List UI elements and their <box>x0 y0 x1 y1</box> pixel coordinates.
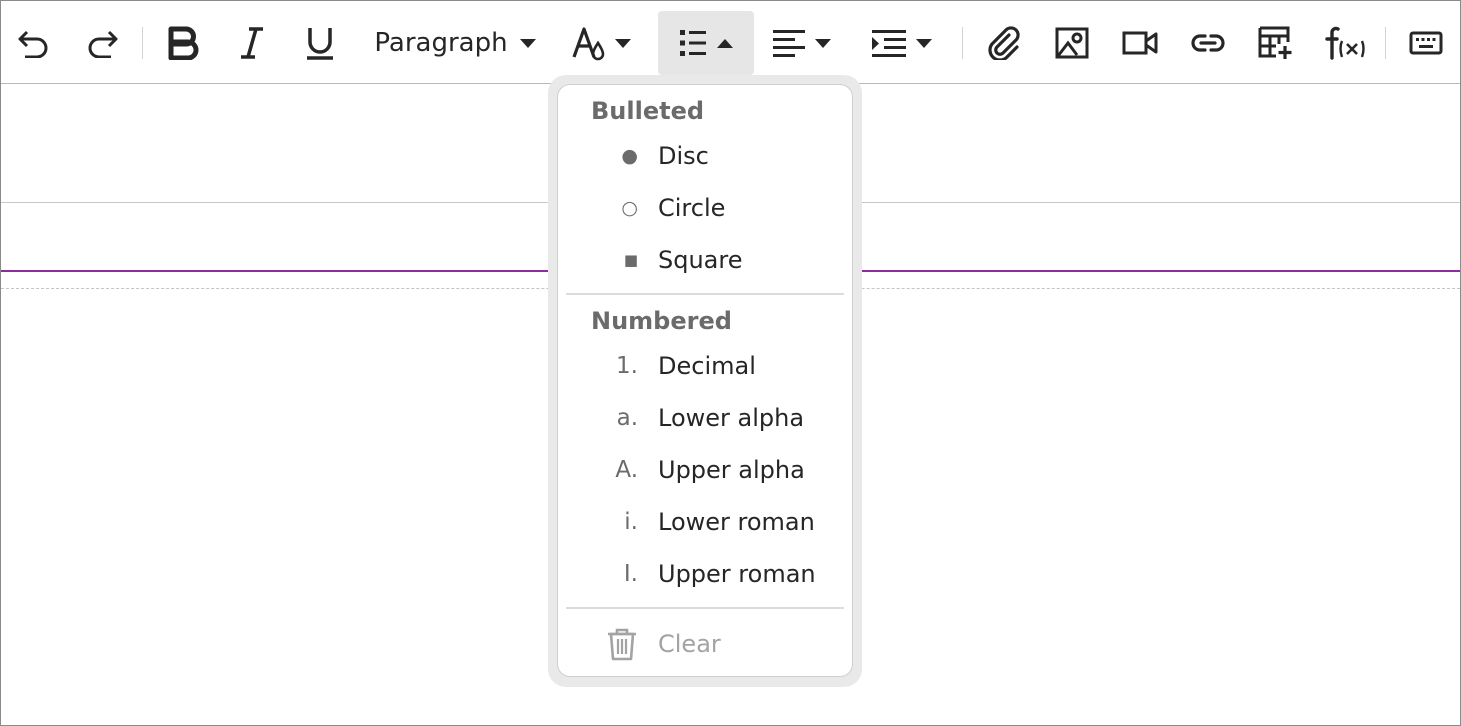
paragraph-style-label: Paragraph <box>374 28 508 58</box>
chevron-down-icon <box>615 38 631 48</box>
formula-icon <box>1325 26 1365 60</box>
list-style-menu: Bulleted ● Disc ○ Circle ■ Square Number… <box>557 84 853 677</box>
toolbar-divider <box>142 27 143 59</box>
insert-image-button[interactable] <box>1049 11 1095 75</box>
italic-icon <box>241 27 263 59</box>
paperclip-icon <box>988 26 1020 60</box>
chevron-down-icon <box>815 38 831 48</box>
italic-button[interactable] <box>229 11 275 75</box>
underline-icon <box>307 28 333 60</box>
image-icon <box>1055 27 1089 59</box>
clear-list-button[interactable]: Clear <box>558 620 852 668</box>
redo-button[interactable] <box>79 11 125 75</box>
indent-button[interactable] <box>867 11 937 75</box>
attach-file-button[interactable] <box>981 11 1027 75</box>
undo-button[interactable] <box>11 11 57 75</box>
upper-roman-marker: I. <box>623 561 638 587</box>
bulleted-group-title: Bulleted <box>591 97 705 125</box>
clear-marker <box>558 627 658 661</box>
list-button[interactable] <box>658 11 754 75</box>
list-item-label: Disc <box>658 142 709 170</box>
editor-toolbar: Paragraph <box>1 1 1460 84</box>
menu-divider <box>566 607 844 609</box>
list-item-label: Upper alpha <box>658 456 805 484</box>
indent-icon <box>872 30 906 57</box>
chevron-down-icon <box>916 38 932 48</box>
list-item-label: Lower alpha <box>658 404 805 432</box>
menu-divider <box>566 293 844 295</box>
disc-marker: ● <box>621 145 638 167</box>
bold-button[interactable] <box>161 11 207 75</box>
underline-button[interactable] <box>297 11 343 75</box>
toolbar-divider <box>962 27 963 59</box>
insert-link-button[interactable] <box>1185 11 1231 75</box>
text-color-button[interactable] <box>563 11 639 75</box>
align-icon <box>773 30 805 57</box>
undo-icon <box>18 30 48 58</box>
upper-alpha-marker: A. <box>615 457 638 483</box>
redo-icon <box>88 30 118 58</box>
list-item-upper-roman[interactable]: I. Upper roman <box>558 550 852 598</box>
list-item-circle[interactable]: ○ Circle <box>558 184 852 232</box>
link-icon <box>1191 34 1225 52</box>
bold-icon <box>168 26 199 60</box>
insert-formula-button[interactable] <box>1321 11 1369 75</box>
lower-roman-marker: i. <box>624 509 638 535</box>
toolbar-divider <box>1385 27 1386 59</box>
decimal-marker: 1. <box>616 353 638 379</box>
list-item-label: Lower roman <box>658 508 815 536</box>
keyboard-shortcuts-button[interactable] <box>1403 11 1449 75</box>
align-button[interactable] <box>767 11 837 75</box>
paragraph-style-select[interactable]: Paragraph <box>367 11 543 75</box>
chevron-down-icon <box>519 38 536 48</box>
square-marker: ■ <box>623 251 638 269</box>
trash-icon <box>608 628 636 661</box>
list-item-decimal[interactable]: 1. Decimal <box>558 342 852 390</box>
list-item-label: Decimal <box>658 352 756 380</box>
lower-alpha-marker: a. <box>616 405 638 431</box>
circle-marker: ○ <box>621 197 638 219</box>
list-item-upper-alpha[interactable]: A. Upper alpha <box>558 446 852 494</box>
list-item-lower-roman[interactable]: i. Lower roman <box>558 498 852 546</box>
chevron-up-icon <box>717 38 733 48</box>
list-item-label: Upper roman <box>658 560 816 588</box>
numbered-group-title: Numbered <box>591 307 732 335</box>
list-icon <box>680 30 706 56</box>
editor-frame: Paragraph Bulleted ● Disc ○ Circle ■ Squ… <box>0 0 1461 726</box>
video-icon <box>1122 31 1158 55</box>
insert-video-button[interactable] <box>1117 11 1163 75</box>
text-color-icon <box>572 27 605 61</box>
list-item-label: Circle <box>658 194 726 222</box>
list-item-square[interactable]: ■ Square <box>558 236 852 284</box>
insert-table-button[interactable] <box>1253 11 1299 75</box>
keyboard-icon <box>1409 31 1443 55</box>
list-item-disc[interactable]: ● Disc <box>558 132 852 180</box>
list-item-label: Square <box>658 246 743 274</box>
table-icon <box>1258 26 1292 59</box>
clear-label: Clear <box>658 630 721 658</box>
list-item-lower-alpha[interactable]: a. Lower alpha <box>558 394 852 442</box>
